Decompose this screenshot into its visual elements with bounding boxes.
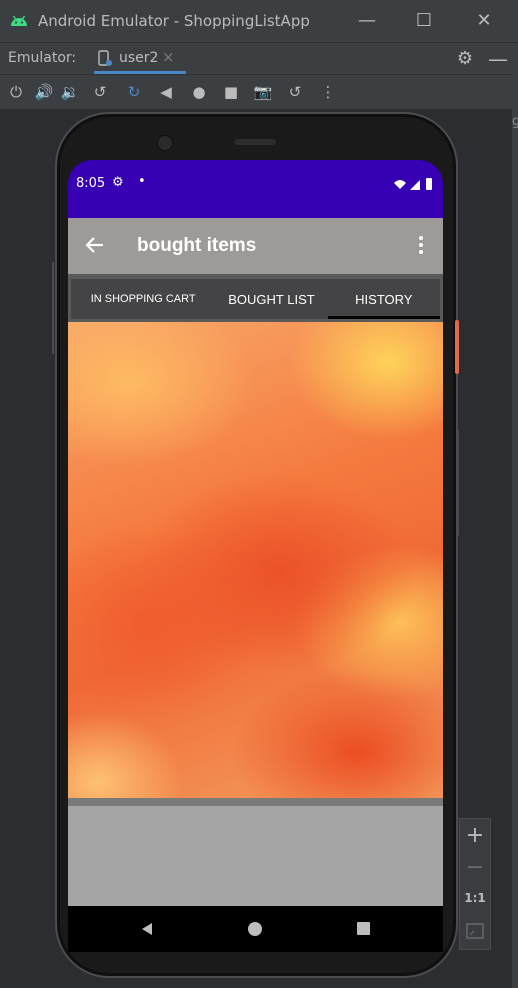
phone-side-button-left bbox=[52, 262, 54, 354]
status-signal-battery-icons bbox=[394, 178, 432, 190]
minimize-icon[interactable]: — bbox=[353, 8, 381, 34]
phone-volume-button[interactable] bbox=[456, 430, 459, 536]
watercolor-background-image bbox=[68, 322, 443, 798]
phone-power-button[interactable] bbox=[455, 320, 459, 374]
settings-gear-icon[interactable]: ⚙ bbox=[454, 48, 476, 70]
tab-in-shopping-cart[interactable]: IN SHOPPING CART bbox=[71, 279, 215, 319]
emulator-label: Emulator: bbox=[8, 50, 77, 66]
zoom-one-to-one-button[interactable]: 1:1 bbox=[460, 891, 490, 905]
app-bar: bought items bbox=[68, 218, 443, 274]
screenshot-icon[interactable]: 📷 bbox=[251, 80, 275, 104]
back-icon[interactable]: ◀ bbox=[154, 80, 178, 104]
fit-screen-icon[interactable] bbox=[466, 923, 484, 939]
device-icon bbox=[98, 50, 112, 66]
side-panel-text: g bbox=[512, 114, 518, 129]
nav-back-icon[interactable] bbox=[140, 922, 154, 936]
nav-recents-icon[interactable] bbox=[357, 922, 370, 935]
status-time: 8:05 bbox=[76, 176, 106, 191]
empty-area bbox=[68, 806, 443, 906]
device-tab[interactable]: user2 × bbox=[94, 43, 186, 74]
side-panel-edge bbox=[512, 74, 518, 988]
close-icon[interactable]: ✕ bbox=[470, 8, 498, 34]
zoom-controls: + − 1:1 bbox=[459, 818, 491, 950]
volume-up-icon[interactable]: 🔊 bbox=[32, 80, 56, 104]
more-icon[interactable]: ⋮ bbox=[316, 80, 340, 104]
overview-icon[interactable]: ■ bbox=[219, 80, 243, 104]
volume-down-icon[interactable]: 🔉 bbox=[58, 80, 82, 104]
page-title: bought items bbox=[137, 235, 257, 256]
phone-screen: 8:05 ⚙ • bought items IN SHOPPING CART B… bbox=[68, 160, 443, 952]
front-camera-icon bbox=[157, 135, 173, 151]
android-icon bbox=[11, 15, 27, 26]
window-title: Android Emulator - ShoppingListApp bbox=[38, 12, 310, 30]
rotate-left-icon[interactable]: ↺ bbox=[88, 80, 112, 104]
maximize-icon[interactable]: ☐ bbox=[410, 8, 438, 34]
back-arrow-icon[interactable] bbox=[84, 234, 106, 256]
tab-bought-list[interactable]: BOUGHT LIST bbox=[215, 279, 327, 319]
earpiece-speaker bbox=[234, 139, 276, 145]
power-icon[interactable]: ⏻ bbox=[4, 80, 28, 104]
status-notification-dot: • bbox=[138, 174, 146, 189]
status-settings-icon: ⚙ bbox=[112, 175, 124, 190]
home-icon[interactable]: ● bbox=[187, 80, 211, 104]
tab-strip: IN SHOPPING CART BOUGHT LIST HISTORY bbox=[68, 274, 443, 322]
close-tab-icon[interactable]: × bbox=[162, 48, 175, 66]
emulator-bar: Emulator: user2 × ⚙ — bbox=[0, 42, 518, 74]
hide-panel-icon[interactable]: — bbox=[487, 48, 509, 70]
nav-home-icon[interactable] bbox=[248, 922, 262, 936]
window-title-bar: Android Emulator - ShoppingListApp — ☐ ✕ bbox=[0, 0, 518, 42]
snapshot-icon[interactable]: ↺ bbox=[283, 80, 307, 104]
tabs: IN SHOPPING CART BOUGHT LIST HISTORY bbox=[71, 279, 441, 319]
emulator-toolbar: ⏻ 🔊 🔉 ↺ ↻ ◀ ● ■ 📷 ↺ ⋮ bbox=[0, 74, 518, 109]
device-tab-label: user2 bbox=[119, 50, 159, 66]
tab-history[interactable]: HISTORY bbox=[327, 279, 441, 319]
rotate-right-icon[interactable]: ↻ bbox=[122, 80, 146, 104]
zoom-in-button[interactable]: + bbox=[460, 823, 490, 848]
navigation-bar bbox=[68, 906, 443, 952]
status-bar: 8:05 ⚙ • bbox=[68, 160, 443, 218]
content-bottom-edge bbox=[68, 798, 443, 806]
zoom-out-button[interactable]: − bbox=[460, 855, 490, 880]
overflow-menu-icon[interactable] bbox=[418, 235, 424, 255]
